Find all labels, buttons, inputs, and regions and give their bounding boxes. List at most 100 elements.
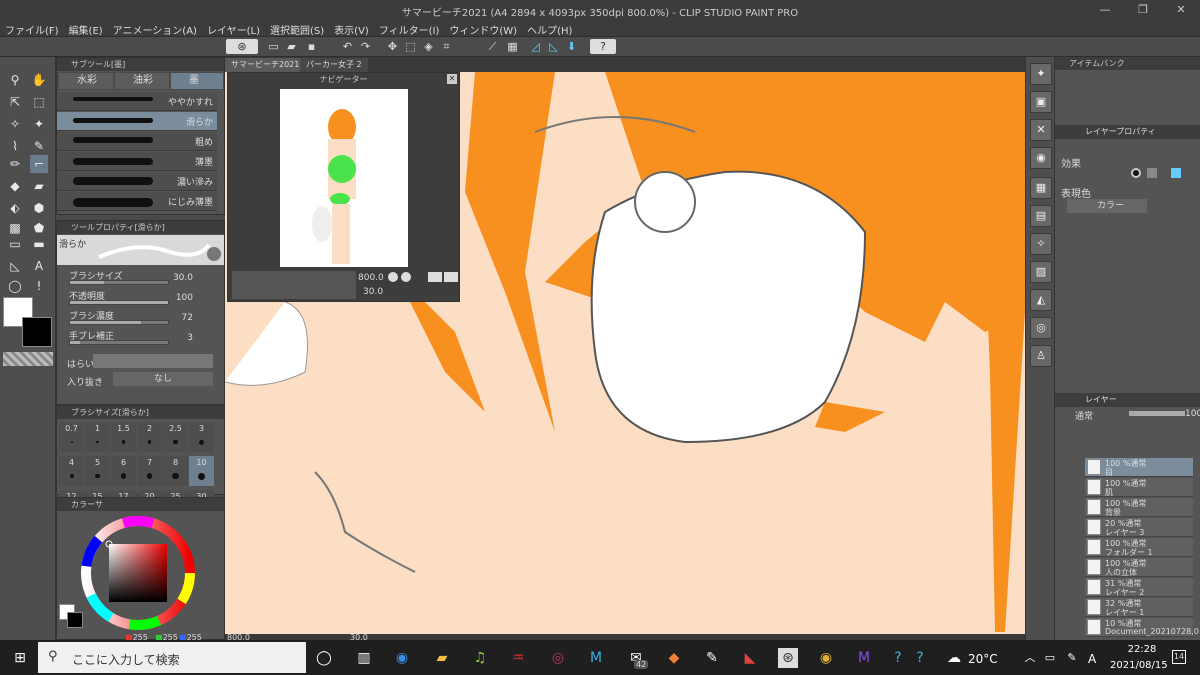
zoom-tool-icon[interactable]: ⚲ xyxy=(6,71,24,89)
lasso-tool-icon[interactable]: ✧ xyxy=(6,115,24,133)
brush-size-cell[interactable]: 3 xyxy=(189,422,214,452)
color-sub-swatch[interactable] xyxy=(67,612,83,628)
sub-color-swatch[interactable] xyxy=(22,317,52,347)
brush-size-cell[interactable]: 2.5 xyxy=(163,422,188,452)
clip-studio-icon[interactable]: ⊛ xyxy=(226,39,258,54)
brush-size-cell[interactable]: 0.7 xyxy=(59,422,84,452)
task-view-icon[interactable]: ▥ xyxy=(354,648,374,668)
menu-selection[interactable]: 選択範囲(S) xyxy=(265,20,329,37)
paint-icon[interactable]: ✎ xyxy=(702,648,722,668)
brush-size-cell[interactable]: 10 xyxy=(189,456,214,486)
layer-row[interactable]: 20 %通常 レイヤー 3 xyxy=(1085,518,1193,537)
layer-row[interactable]: 10 %通常 Document_20210728,0 xyxy=(1085,618,1199,637)
brush-size-cell[interactable]: 1 xyxy=(85,422,110,452)
line-tool-icon[interactable]: ◺ xyxy=(6,257,24,275)
notification-badge[interactable]: 14 xyxy=(1172,650,1186,664)
harai-control[interactable] xyxy=(93,354,213,368)
brush-item[interactable]: にじみ薄墨 xyxy=(57,192,217,211)
pen-tool-icon[interactable]: ✎ xyxy=(30,137,48,155)
effect-tone-icon[interactable] xyxy=(1147,168,1157,178)
material-3-icon[interactable]: ▤ xyxy=(1030,205,1052,227)
navigator-slider-area[interactable] xyxy=(232,271,356,299)
flip-icon[interactable] xyxy=(444,272,458,282)
search-box[interactable]: ⚲ ここに入力して検索 xyxy=(38,642,306,673)
layer-row[interactable]: 100 %通常目 xyxy=(1085,458,1193,477)
zoom-out-icon[interactable] xyxy=(388,272,398,282)
clock-time[interactable]: 22:28 xyxy=(1118,644,1166,655)
menu-window[interactable]: ウィンドウ(W) xyxy=(444,20,522,37)
blend-tool-icon[interactable]: ⬖ xyxy=(6,199,24,217)
help-app-icon[interactable]: ? xyxy=(888,648,908,668)
tab-watercolor[interactable]: 水彩 xyxy=(59,73,113,89)
ime-indicator[interactable]: A xyxy=(1088,652,1096,666)
app-red-icon[interactable]: ◣ xyxy=(740,648,760,668)
effect-border-icon[interactable] xyxy=(1131,168,1141,178)
material-icon[interactable]: ◉ xyxy=(1030,147,1052,169)
undo-icon[interactable]: ↶ xyxy=(340,39,355,54)
fill-tool-icon[interactable]: ⬢ xyxy=(30,199,48,217)
ruler2-icon[interactable]: ◺ xyxy=(546,39,561,54)
brush-settings-icon[interactable] xyxy=(207,247,221,261)
help-icon[interactable]: ? xyxy=(590,39,616,54)
material-5-icon[interactable]: ▨ xyxy=(1030,261,1052,283)
layer-row[interactable]: 100 %通常肌 xyxy=(1085,478,1193,497)
menu-help[interactable]: ヘルプ(H) xyxy=(522,20,577,37)
text-tool-icon[interactable]: A xyxy=(30,257,48,275)
brush-size-cell[interactable]: 5 xyxy=(85,456,110,486)
sub-view-icon[interactable]: ▣ xyxy=(1030,91,1052,113)
blend-mode[interactable]: 通常 xyxy=(1075,409,1093,422)
snap-icon[interactable]: ⟋ xyxy=(485,39,500,54)
hand-tool-icon[interactable]: ✋ xyxy=(30,71,48,89)
m2-app-icon[interactable]: M xyxy=(854,648,874,668)
brush-item[interactable]: ややかすれ xyxy=(57,92,217,111)
navigator-preview[interactable] xyxy=(280,89,408,267)
expr-color-select[interactable]: カラー xyxy=(1067,199,1147,213)
ruler3-icon[interactable]: ⬇ xyxy=(564,39,579,54)
ruler-icon[interactable]: ◿ xyxy=(528,39,543,54)
save-icon[interactable]: ▪ xyxy=(304,39,319,54)
fill-icon[interactable]: ◈ xyxy=(421,39,436,54)
property-slider[interactable] xyxy=(69,340,169,345)
select-tool-icon[interactable]: ⬚ xyxy=(30,93,48,111)
menu-animation[interactable]: アニメーション(A) xyxy=(108,20,202,37)
eyedropper-icon[interactable]: ⌇ xyxy=(6,137,24,155)
item-bank-icon[interactable]: ✕ xyxy=(1030,119,1052,141)
brush-item[interactable]: 滑らか xyxy=(57,112,217,131)
material-4-icon[interactable]: ✧ xyxy=(1030,233,1052,255)
property-slider[interactable] xyxy=(69,300,169,305)
audio-app-icon[interactable]: ♒ xyxy=(508,648,528,668)
brush-size-cell[interactable]: 2 xyxy=(137,422,162,452)
material-7-icon[interactable]: ◎ xyxy=(1030,317,1052,339)
flag-icon[interactable]: ! xyxy=(30,277,48,295)
layer-row[interactable]: 100 %通常 背景 xyxy=(1085,498,1193,517)
clock-date[interactable]: 2021/08/15 xyxy=(1110,660,1168,671)
layer-row[interactable]: 32 %通常 レイヤー 1 xyxy=(1085,598,1193,617)
property-slider[interactable] xyxy=(69,280,169,285)
brush-size-cell[interactable]: 7 xyxy=(137,456,162,486)
fit-icon[interactable] xyxy=(428,272,442,282)
brush-tool-icon[interactable]: ⌐ xyxy=(30,155,48,173)
new-file-icon[interactable]: ▭ xyxy=(266,39,281,54)
explorer-icon[interactable]: ▰ xyxy=(432,648,452,668)
menu-layer[interactable]: レイヤー(L) xyxy=(202,20,265,37)
brush-item[interactable]: 薄墨 xyxy=(57,152,217,171)
zoom-in-icon[interactable] xyxy=(401,272,411,282)
navigator-toggle-icon[interactable]: ✦ xyxy=(1030,63,1052,85)
tray-up-icon[interactable]: ︿ xyxy=(1020,648,1040,668)
brush-size-cell[interactable]: 8 xyxy=(163,456,188,486)
edge-icon[interactable]: ◉ xyxy=(392,648,412,668)
menu-view[interactable]: 表示(V) xyxy=(329,20,374,37)
material-6-icon[interactable]: ◭ xyxy=(1030,289,1052,311)
tab-summer-beach[interactable]: サマービーチ2021 xyxy=(225,58,306,72)
irinuki-select[interactable]: なし xyxy=(113,372,213,386)
weather-icon[interactable]: ☁ xyxy=(944,648,964,668)
transform-icon[interactable]: ✥ xyxy=(385,39,400,54)
layer-row[interactable]: 100 %通常 人の立体 xyxy=(1085,558,1193,577)
maximize-button[interactable]: ❐ xyxy=(1124,0,1162,20)
brush-size-cell[interactable]: 6 xyxy=(111,456,136,486)
move-tool-icon[interactable]: ⇱ xyxy=(6,93,24,111)
windows-start-icon[interactable]: ⊞ xyxy=(10,648,30,668)
close-button[interactable]: ✕ xyxy=(1162,0,1200,20)
pen-icon[interactable]: ✎ xyxy=(1062,648,1082,668)
frame-icon[interactable]: ▭ xyxy=(6,235,24,253)
